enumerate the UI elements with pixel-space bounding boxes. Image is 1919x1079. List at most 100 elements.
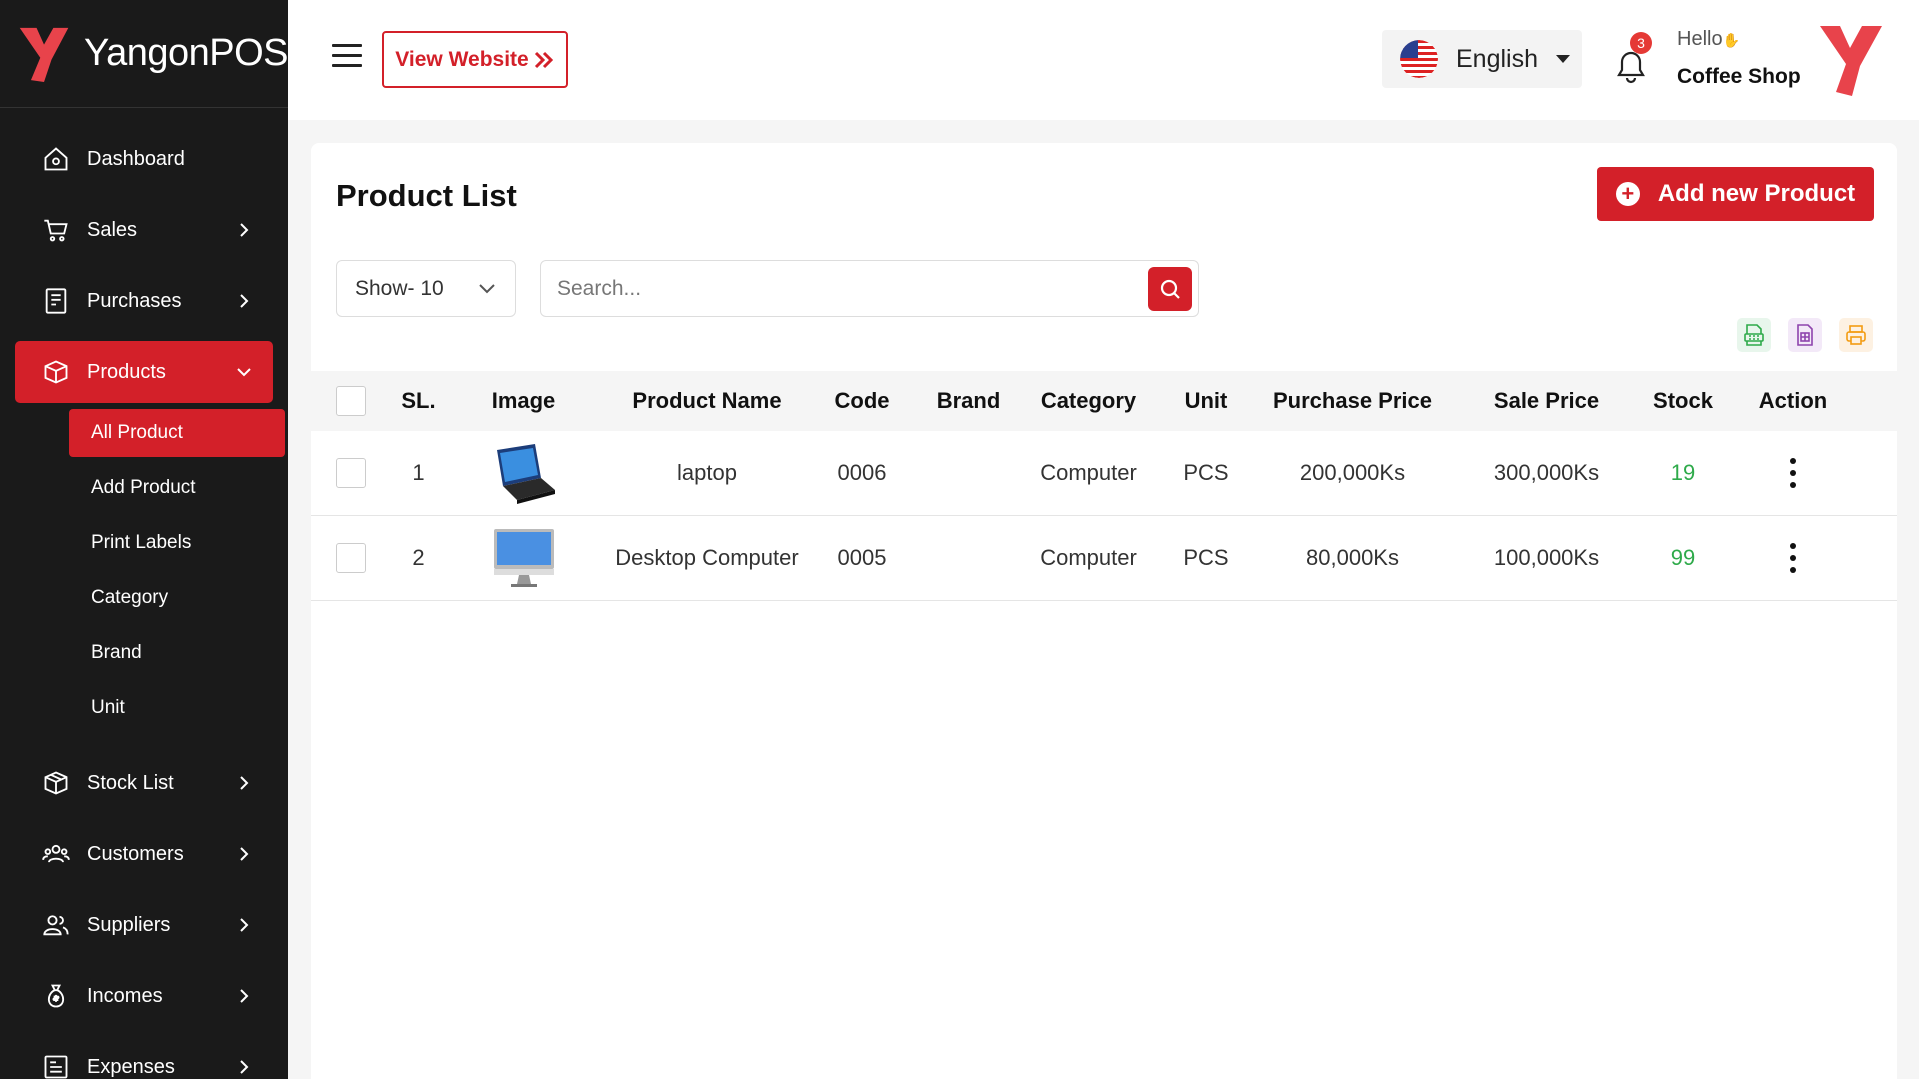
invoice-icon [41, 1052, 71, 1079]
search-input[interactable] [541, 261, 1141, 316]
column-header-sl: SL. [401, 388, 436, 413]
chevron-right-icon [240, 294, 249, 308]
export-csv-button[interactable] [1737, 318, 1771, 352]
sidebar-item-incomes[interactable]: Incomes [15, 965, 273, 1027]
sidebar-item-expenses[interactable]: Expenses [15, 1036, 273, 1079]
sidebar-item-products[interactable]: Products [15, 341, 273, 403]
export-buttons [1737, 318, 1873, 352]
column-header-brand: Brand [936, 388, 1001, 413]
cell-sale-price: 300,000Ks [1493, 460, 1600, 485]
users-icon [41, 839, 71, 869]
sidebar-item-label: Incomes [87, 984, 163, 1007]
column-header-category: Category [1040, 388, 1137, 413]
sidebar-item-customers[interactable]: Customers [15, 823, 273, 885]
sidebar-item-label: Sales [87, 218, 138, 241]
sidebar-nav: Dashboard Sales Purchases Products All P… [0, 108, 288, 1079]
view-website-button[interactable]: View Website [382, 31, 568, 88]
add-new-product-button[interactable]: + Add new Product [1597, 167, 1874, 221]
column-header-code: Code [834, 388, 890, 413]
sidebar-item-suppliers[interactable]: Suppliers [15, 894, 273, 956]
product-list-card: Product List + Add new Product Show- 10 … [311, 143, 1897, 1079]
column-header-purchase-price: Purchase Price [1273, 388, 1432, 413]
table-row: 2 Desktop Computer 0005 Computer PCS 80,… [311, 516, 1897, 601]
menu-toggle-icon[interactable] [332, 44, 362, 68]
brand-name: YangonPOS [84, 32, 288, 74]
home-icon [41, 144, 71, 174]
cell-stock: 99 [1670, 545, 1696, 570]
sidebar-item-sales[interactable]: Sales [15, 199, 273, 261]
yangonpos-logo-icon [19, 27, 69, 82]
cell-product-name: Desktop Computer [615, 545, 799, 570]
submenu-item-brand[interactable]: Brand [69, 629, 285, 677]
products-submenu: All Product Add Product Print Labels Cat… [0, 409, 288, 732]
box-icon [41, 357, 71, 387]
cart-icon [41, 215, 71, 245]
search-button[interactable] [1148, 267, 1192, 311]
row-actions-kebab-icon[interactable] [1788, 543, 1798, 573]
package-icon [41, 768, 71, 798]
cell-sl: 2 [412, 545, 425, 570]
sidebar-item-label: Stock List [87, 771, 174, 794]
show-entries-label: Show- 10 [355, 276, 444, 300]
wave-hand-icon: ✋ [1722, 32, 1741, 48]
money-bag-icon [41, 981, 71, 1011]
table-row: 1 laptop 0006 Computer PCS 200,000Ks 300… [311, 431, 1897, 516]
cell-unit: PCS [1183, 545, 1229, 570]
cell-sale-price: 100,000Ks [1493, 545, 1600, 570]
cell-purchase-price: 80,000Ks [1306, 545, 1399, 570]
top-header: View Website English 3 Hello✋ Coffee Sho… [288, 0, 1919, 120]
column-header-unit: Unit [1184, 388, 1228, 413]
table-header-row: SL. Image Product Name Code Brand Catego… [311, 371, 1897, 431]
row-actions-kebab-icon[interactable] [1788, 458, 1798, 488]
submenu-item-category[interactable]: Category [69, 574, 285, 622]
show-entries-select[interactable]: Show- 10 [336, 260, 516, 317]
chevron-right-icon [240, 989, 249, 1003]
sidebar: YangonPOS Dashboard Sales Purchases Prod… [0, 0, 288, 1079]
cell-category: Computer [1040, 460, 1137, 485]
view-website-label: View Website [395, 47, 529, 71]
brand[interactable]: YangonPOS [0, 0, 288, 108]
chevron-down-icon [237, 368, 251, 377]
select-all-checkbox[interactable] [336, 386, 366, 416]
language-label: English [1456, 44, 1538, 73]
column-header-product-name: Product Name [632, 388, 782, 413]
sidebar-item-stock-list[interactable]: Stock List [15, 752, 273, 814]
sidebar-item-label: Purchases [87, 289, 182, 312]
submenu-item-add-product[interactable]: Add Product [69, 464, 285, 512]
cell-sl: 1 [412, 460, 425, 485]
search-icon [1160, 279, 1180, 299]
user-avatar[interactable] [1816, 20, 1884, 98]
sidebar-item-label: Suppliers [87, 913, 171, 936]
row-checkbox[interactable] [336, 543, 366, 573]
language-selector[interactable]: English [1382, 30, 1582, 88]
column-header-action: Action [1758, 388, 1828, 413]
column-header-stock: Stock [1653, 388, 1713, 413]
sidebar-item-dashboard[interactable]: Dashboard [15, 128, 273, 190]
submenu-item-unit[interactable]: Unit [69, 684, 285, 732]
cell-code: 0006 [837, 460, 887, 485]
chevron-right-icon [240, 847, 249, 861]
submenu-item-print-labels[interactable]: Print Labels [69, 519, 285, 567]
print-button[interactable] [1839, 318, 1873, 352]
submenu-item-all-product[interactable]: All Product [69, 409, 285, 457]
cell-product-name: laptop [677, 460, 737, 485]
sidebar-item-purchases[interactable]: Purchases [15, 270, 273, 332]
us-flag-icon [1400, 40, 1438, 78]
excel-sheet-icon [1797, 324, 1813, 346]
chevron-right-icon [240, 776, 249, 790]
page-title: Product List [336, 178, 517, 213]
receipt-icon [41, 286, 71, 316]
sidebar-item-label: Expenses [87, 1055, 175, 1078]
desktop-image[interactable] [491, 527, 557, 589]
add-button-label: Add new Product [1657, 180, 1856, 207]
double-chevron-right-icon [534, 51, 553, 68]
cell-purchase-price: 200,000Ks [1299, 460, 1406, 485]
column-header-image: Image [491, 388, 556, 413]
export-excel-button[interactable] [1788, 318, 1822, 352]
chevron-right-icon [240, 1060, 249, 1074]
caret-down-icon [1556, 55, 1570, 63]
laptop-image[interactable] [491, 442, 557, 504]
notification-badge: 3 [1630, 32, 1652, 54]
row-checkbox[interactable] [336, 458, 366, 488]
plus-circle-icon: + [1615, 182, 1640, 206]
